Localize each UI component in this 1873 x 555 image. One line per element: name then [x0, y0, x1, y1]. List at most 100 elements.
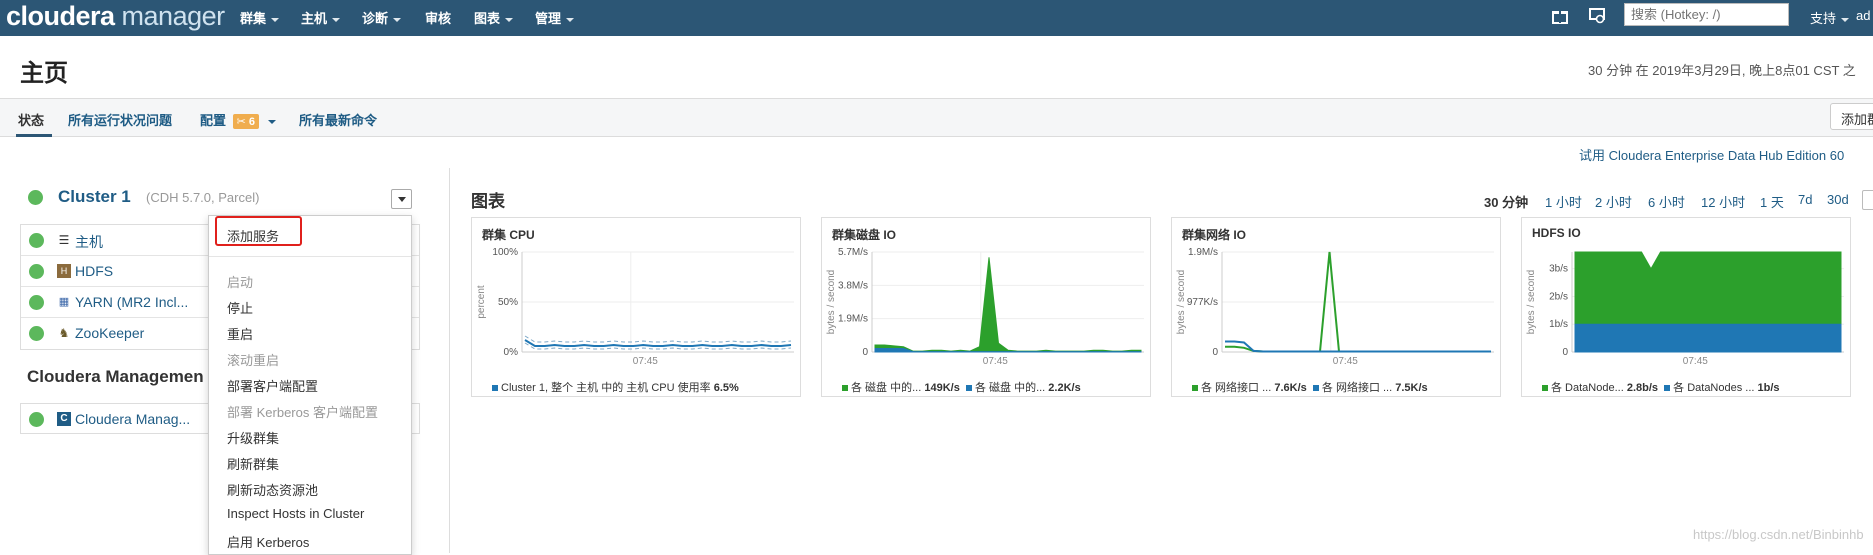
chart-cluster-network-io[interactable]: 群集网络 IO bytes / second 1.9M/s 977K/s 0 07:45…: [1171, 217, 1501, 397]
cloudera-manager-logo[interactable]: cloudera manager: [6, 1, 225, 32]
time-range-2h[interactable]: 2 小时: [1595, 192, 1632, 211]
top-navbar: cloudera manager 群集 主机 诊断 审核 图表 管理 支持 ad: [0, 0, 1873, 36]
search-input[interactable]: [1624, 3, 1789, 26]
active-tab-indicator: [16, 134, 52, 137]
chevron-down-icon: [505, 17, 514, 22]
chart-legend: 各 DataNode... 2.8b/s 各 DataNodes ... 1b/…: [1542, 379, 1780, 395]
time-range-1h[interactable]: 1 小时: [1545, 192, 1582, 211]
page-title: 主页: [20, 60, 68, 87]
service-link[interactable]: YARN (MR2 Incl...: [75, 294, 188, 310]
cluster-version: (CDH 5.7.0, Parcel): [146, 190, 260, 205]
chevron-down-icon: [1841, 17, 1850, 22]
status-ok-icon: [29, 295, 44, 310]
nav-hosts[interactable]: 主机: [301, 8, 341, 27]
service-link[interactable]: 主机: [75, 232, 103, 252]
chart-hdfs-io[interactable]: HDFS IO bytes / second 3b/s 2b/s 1b/s 0 07:45…: [1521, 217, 1851, 397]
nav-audits[interactable]: 审核: [425, 8, 451, 27]
nav-user-menu[interactable]: ad: [1856, 8, 1870, 23]
nav-support[interactable]: 支持: [1810, 8, 1850, 27]
menu-item-refresh-cluster[interactable]: 刷新群集: [227, 454, 279, 473]
menu-item-upgrade-cluster[interactable]: 升级群集: [227, 428, 279, 447]
cluster-actions-menu: 添加服务 启动 停止 重启 滚动重启 部署客户端配置 部署 Kerberos 客…: [208, 215, 412, 555]
running-commands-icon[interactable]: [1587, 6, 1607, 26]
zookeeper-icon: ♞: [58, 326, 70, 340]
chevron-down-icon: [271, 17, 280, 22]
chart-title: HDFS IO: [1532, 226, 1581, 240]
menu-item-refresh-dynamic-pools[interactable]: 刷新动态资源池: [227, 480, 318, 499]
tab-recent-commands[interactable]: 所有最新命令: [299, 110, 377, 129]
time-range-info[interactable]: 30 分钟 在 2019年3月29日, 晚上8点01 CST 之: [1588, 60, 1856, 79]
tab-bar: 状态 所有运行状况问题 配置 ✂ 6 所有最新命令 添加群: [0, 98, 1873, 137]
y-axis-label: bytes / second: [1176, 270, 1187, 334]
status-ok-icon: [29, 264, 44, 279]
chart-cluster-cpu[interactable]: 群集 CPU percent 100% 50% 0% 07:45 Cluster 1, …: [471, 217, 801, 397]
service-link[interactable]: HDFS: [75, 263, 113, 279]
hosts-list-icon: ☰: [58, 233, 70, 247]
gift-icon[interactable]: [1550, 6, 1570, 26]
y-tick-label: 0: [1562, 347, 1568, 358]
chart-plot: percent 100% 50% 0% 07:45: [476, 247, 794, 367]
tab-configuration[interactable]: 配置 ✂ 6: [200, 110, 276, 129]
y-axis-label: bytes / second: [1526, 270, 1537, 334]
y-tick-label: 1b/s: [1549, 319, 1568, 330]
time-range-1d[interactable]: 1 天: [1760, 192, 1784, 211]
y-tick-label: 0: [862, 347, 868, 358]
watermark: https://blog.csdn.net/Binbinhb: [1693, 527, 1864, 542]
menu-divider: [209, 256, 411, 257]
nav-administration[interactable]: 管理: [535, 8, 575, 27]
trial-enterprise-link[interactable]: 试用 Cloudera Enterprise Data Hub Edition …: [1579, 145, 1844, 164]
time-range-12h[interactable]: 12 小时: [1701, 192, 1745, 211]
time-range-7d[interactable]: 7d: [1798, 192, 1812, 207]
time-range-30d[interactable]: 30d: [1827, 192, 1849, 207]
y-tick-label: 0%: [504, 347, 519, 358]
cloudera-manager-service-icon: C: [57, 412, 71, 426]
series-area: [1574, 323, 1842, 353]
status-ok-icon: [29, 412, 44, 427]
menu-item-start: 启动: [227, 275, 254, 290]
y-tick-label: 3b/s: [1549, 264, 1568, 275]
cluster-name-link[interactable]: Cluster 1: [58, 187, 131, 207]
legend-swatch: [1542, 385, 1548, 392]
custom-range-button[interactable]: [1862, 190, 1873, 210]
y-tick-label: 0: [1212, 347, 1218, 358]
tab-status[interactable]: 状态: [18, 110, 44, 129]
y-axis-label: bytes / second: [826, 270, 837, 334]
legend-swatch: [1192, 385, 1198, 392]
tab-health-issues[interactable]: 所有运行状况问题: [68, 110, 172, 129]
chart-cluster-disk-io[interactable]: 群集磁盘 IO bytes / second 5.7M/s 3.8M/s 1.9M/s…: [821, 217, 1151, 397]
legend-swatch: [1664, 385, 1671, 392]
menu-item-deploy-client-config[interactable]: 部署客户端配置: [227, 376, 318, 395]
nav-diagnostics[interactable]: 诊断: [362, 8, 402, 27]
chart-plot: bytes / second 5.7M/s 3.8M/s 1.9M/s 0 07:45: [826, 247, 1144, 367]
x-tick-label: 07:45: [633, 356, 658, 367]
menu-item-stop[interactable]: 停止: [227, 298, 253, 317]
x-tick-label: 07:45: [1683, 356, 1708, 367]
status-ok-icon: [29, 326, 44, 341]
menu-item-restart[interactable]: 重启: [227, 324, 253, 343]
nav-charts[interactable]: 图表: [474, 8, 514, 27]
menu-item-enable-kerberos[interactable]: 启用 Kerberos: [227, 532, 309, 551]
yarn-icon: ▦: [58, 296, 70, 308]
cluster-actions-dropdown-button[interactable]: [391, 189, 412, 209]
hdfs-icon: H: [57, 264, 71, 278]
add-cluster-button[interactable]: 添加群: [1830, 103, 1873, 130]
chevron-down-icon: [393, 17, 402, 22]
x-tick-label: 07:45: [983, 356, 1008, 367]
series-area: [874, 257, 1142, 353]
y-tick-label: 1.9M/s: [838, 314, 868, 325]
time-range-6h[interactable]: 6 小时: [1648, 192, 1685, 211]
menu-item-inspect-hosts[interactable]: Inspect Hosts in Cluster: [227, 506, 364, 521]
y-tick-label: 100%: [492, 247, 518, 258]
series-line: [1225, 340, 1491, 353]
chart-plot: bytes / second 1.9M/s 977K/s 0 07:45: [1176, 247, 1494, 367]
time-range-30m[interactable]: 30 分钟: [1484, 192, 1528, 211]
chevron-down-icon: [566, 17, 575, 22]
config-issues-badge: ✂ 6: [232, 114, 260, 129]
chevron-down-icon: [267, 119, 276, 124]
nav-clusters[interactable]: 群集: [240, 8, 280, 27]
chart-title: 群集网络 IO: [1182, 228, 1247, 242]
service-link[interactable]: Cloudera Manag...: [75, 411, 190, 427]
series-upper-band: [524, 335, 792, 343]
service-link[interactable]: ZooKeeper: [75, 325, 144, 341]
y-tick-label: 50%: [498, 297, 518, 308]
